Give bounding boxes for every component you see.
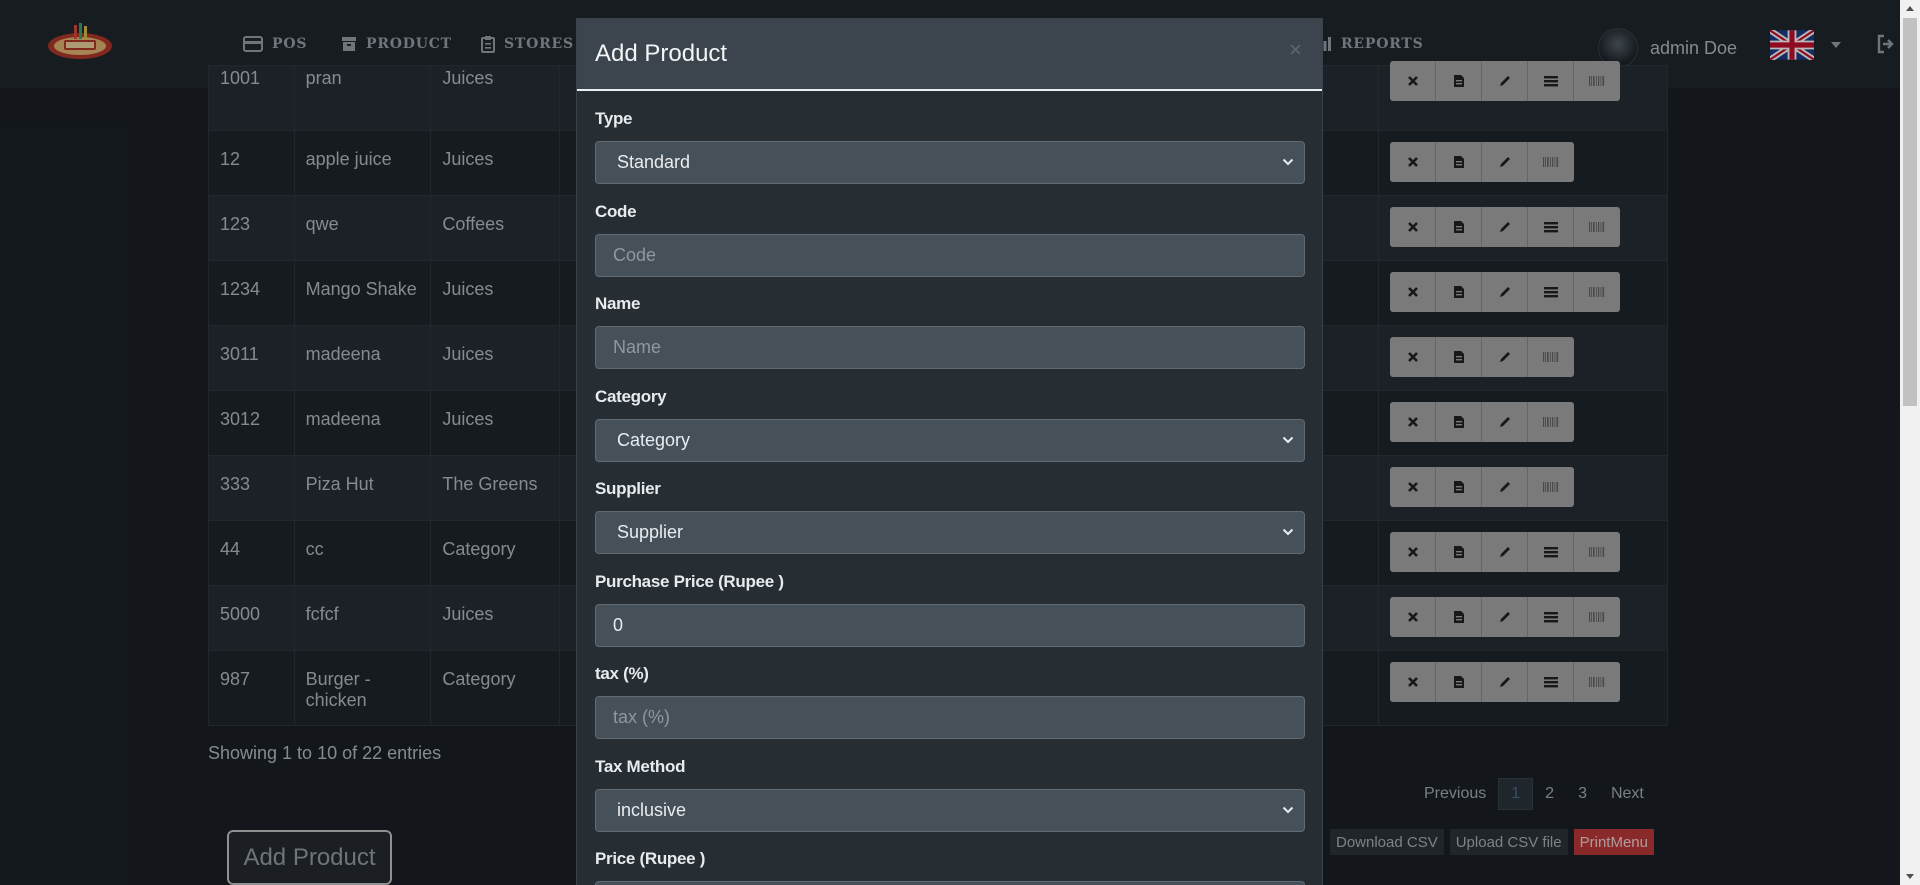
category-select-value: Category [617,430,691,450]
chevron-down-icon [1282,806,1294,814]
category-select[interactable]: Category [595,419,1305,462]
purchase-price-input[interactable]: 0 [595,604,1305,647]
tax-input[interactable]: tax (%) [595,696,1305,739]
type-select[interactable]: Standard [595,141,1305,184]
code-input-placeholder: Code [613,245,657,265]
supplier-select[interactable]: Supplier [595,511,1305,554]
add-product-modal: Add Product × Type Standard Code Code Na… [576,18,1323,885]
chevron-down-icon [1282,436,1294,444]
close-icon[interactable]: × [1289,37,1302,63]
purchase-price-field: Purchase Price (Rupee ) 0 [595,572,1305,647]
type-field: Type Standard [595,109,1305,184]
tax-field: tax (%) tax (%) [595,664,1305,739]
page-scrollbar[interactable] [1900,0,1920,885]
purchase-price-value: 0 [613,615,624,635]
name-field: Name Name [595,294,1305,369]
scrollbar-thumb[interactable] [1903,18,1917,406]
name-label: Name [595,294,641,313]
tax-method-field: Tax Method inclusive [595,757,1305,832]
type-label: Type [595,109,633,128]
price-field: Price (Rupee ) [595,849,1305,885]
supplier-field: Supplier Supplier [595,479,1305,554]
category-field: Category Category [595,387,1305,462]
tax-method-select[interactable]: inclusive [595,789,1305,832]
scroll-down-arrow-icon[interactable] [1906,874,1914,879]
tax-method-label: Tax Method [595,757,686,776]
tax-label: tax (%) [595,664,649,683]
code-input[interactable]: Code [595,234,1305,277]
tax-method-select-value: inclusive [617,800,687,820]
tax-input-placeholder: tax (%) [613,707,671,727]
supplier-select-value: Supplier [617,522,684,542]
code-label: Code [595,202,637,221]
price-input[interactable] [595,881,1305,885]
code-field: Code Code [595,202,1305,277]
chevron-down-icon [1282,528,1294,536]
category-label: Category [595,387,667,406]
scroll-up-arrow-icon[interactable] [1906,6,1914,11]
modal-title: Add Product [595,40,728,67]
name-input[interactable]: Name [595,326,1305,369]
chevron-down-icon [1282,158,1294,166]
supplier-label: Supplier [595,479,661,498]
purchase-price-label: Purchase Price (Rupee ) [595,572,784,591]
modal-header: Add Product × [577,19,1322,91]
type-select-value: Standard [617,152,691,172]
price-label: Price (Rupee ) [595,849,706,868]
name-input-placeholder: Name [613,337,662,357]
